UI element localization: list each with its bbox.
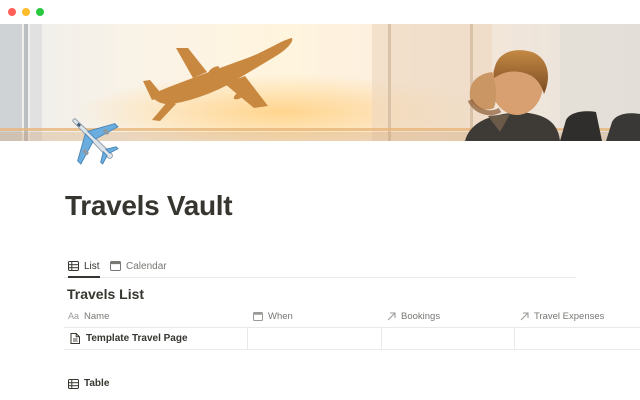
tab-calendar[interactable]: Calendar bbox=[110, 255, 167, 277]
arrow-up-right-icon bbox=[387, 311, 396, 320]
page-icon-airplane[interactable] bbox=[64, 110, 122, 168]
column-label: Bookings bbox=[401, 310, 441, 322]
calendar-icon bbox=[110, 261, 121, 271]
airplane-emoji-icon bbox=[72, 118, 119, 165]
column-header-travel-expenses[interactable]: Travel Expenses bbox=[520, 305, 604, 327]
table-view-tab[interactable]: Table bbox=[68, 378, 109, 389]
tab-calendar-label: Calendar bbox=[126, 260, 167, 272]
text-aa-icon: Aa bbox=[68, 311, 80, 321]
column-header-name[interactable]: Aa Name bbox=[68, 305, 109, 327]
view-tabs: List Calendar bbox=[64, 255, 576, 278]
table-row: Template Travel Page bbox=[64, 327, 640, 350]
zoom-window-button[interactable] bbox=[36, 8, 44, 16]
column-label: Travel Expenses bbox=[534, 310, 605, 322]
row-when-cell[interactable] bbox=[247, 327, 382, 349]
column-header-bookings[interactable]: Bookings bbox=[387, 305, 440, 327]
row-name: Template Travel Page bbox=[86, 332, 188, 344]
window-controls bbox=[8, 8, 44, 16]
tab-list-label: List bbox=[84, 260, 100, 272]
row-bookings-cell[interactable] bbox=[381, 327, 515, 349]
page-title[interactable]: Travels Vault bbox=[65, 190, 233, 222]
arrow-up-right-icon bbox=[520, 311, 529, 320]
table-header: Aa Name When Bookings Travel Expenses bbox=[64, 305, 640, 328]
row-name-cell[interactable]: Template Travel Page bbox=[64, 327, 247, 349]
table-icon bbox=[68, 378, 79, 389]
tab-list[interactable]: List bbox=[68, 255, 100, 278]
column-label: When bbox=[268, 310, 293, 322]
column-header-when[interactable]: When bbox=[253, 305, 293, 327]
database-title[interactable]: Travels List bbox=[67, 286, 144, 302]
close-window-button[interactable] bbox=[8, 8, 16, 16]
table-icon bbox=[68, 261, 79, 271]
column-label: Name bbox=[84, 310, 110, 322]
row-travel-expenses-cell[interactable] bbox=[514, 327, 640, 349]
page-icon bbox=[70, 332, 80, 344]
minimize-window-button[interactable] bbox=[22, 8, 30, 16]
calendar-icon bbox=[253, 311, 263, 321]
table-view-label: Table bbox=[84, 378, 110, 389]
